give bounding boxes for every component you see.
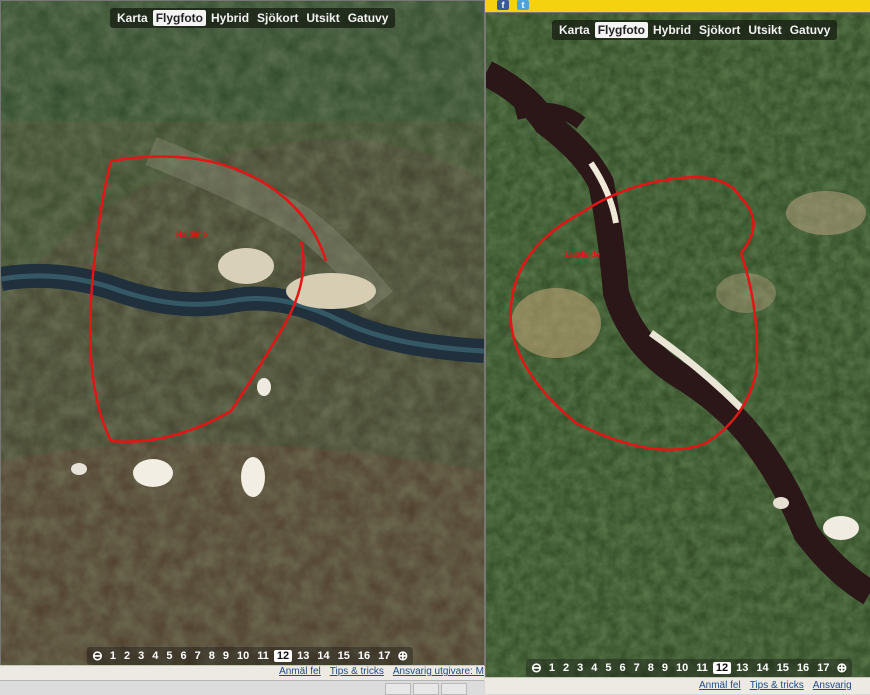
- zoom-out-icon[interactable]: ⊖: [529, 660, 544, 676]
- zoom-level[interactable]: 17: [375, 650, 393, 662]
- zoom-level[interactable]: 10: [673, 662, 691, 674]
- zoom-level[interactable]: 13: [294, 650, 312, 662]
- map-type-selector: Karta Flygfoto Hybrid Sjökort Utsikt Gat…: [552, 20, 838, 40]
- zoom-level[interactable]: 3: [135, 650, 147, 662]
- maptype-gatuvy[interactable]: Gatuvy: [787, 22, 834, 38]
- zoom-level[interactable]: 7: [192, 650, 204, 662]
- zoom-level[interactable]: 5: [163, 650, 175, 662]
- header-yellow-bar: [485, 0, 870, 12]
- report-error-link[interactable]: Anmäl fel: [279, 666, 321, 677]
- left-map-panel[interactable]: Haldimo Karta Flygfoto Hybrid Sjökort Ut…: [0, 0, 485, 666]
- zoom-level[interactable]: 4: [149, 650, 161, 662]
- map-type-selector: Karta Flygfoto Hybrid Sjökort Utsikt Gat…: [110, 8, 396, 28]
- zoom-level[interactable]: 14: [314, 650, 332, 662]
- zoom-level[interactable]: 17: [814, 662, 832, 674]
- status-box: [441, 683, 467, 695]
- maptype-sjokort[interactable]: Sjökort: [254, 10, 301, 26]
- zoom-level[interactable]: 2: [121, 650, 133, 662]
- zoom-level[interactable]: 16: [355, 650, 373, 662]
- zoom-level[interactable]: 2: [560, 662, 572, 674]
- zoom-level[interactable]: 7: [631, 662, 643, 674]
- zoom-level[interactable]: 14: [753, 662, 771, 674]
- zoom-level[interactable]: 6: [178, 650, 190, 662]
- zoom-level[interactable]: 9: [659, 662, 671, 674]
- zoom-level[interactable]: 15: [335, 650, 353, 662]
- maptype-sjokort[interactable]: Sjökort: [696, 22, 743, 38]
- maptype-gatuvy[interactable]: Gatuvy: [345, 10, 392, 26]
- zoom-in-icon[interactable]: ⊕: [395, 648, 410, 664]
- maptype-karta[interactable]: Karta: [556, 22, 593, 38]
- maptype-utsikt[interactable]: Utsikt: [303, 10, 342, 26]
- right-aerial-image[interactable]: [486, 13, 870, 677]
- zoom-level[interactable]: 5: [602, 662, 614, 674]
- right-footer: Anmäl fel Tips & tricks Ansvarig: [485, 677, 870, 694]
- left-footer: Anmäl fel Tips & tricks Ansvarig utgivare:…: [0, 665, 484, 680]
- zoom-level[interactable]: 11: [254, 650, 272, 662]
- publisher-link[interactable]: Ansvarig utgivare: M: [393, 666, 484, 677]
- report-error-link[interactable]: Anmäl fel: [699, 680, 741, 691]
- place-label-left: Haldimo: [176, 230, 208, 239]
- zoom-level[interactable]: 1: [107, 650, 119, 662]
- facebook-icon[interactable]: f: [497, 0, 509, 10]
- status-box: [413, 683, 439, 695]
- tips-link[interactable]: Tips & tricks: [330, 666, 384, 677]
- maptype-karta[interactable]: Karta: [114, 10, 151, 26]
- zoom-level[interactable]: 6: [617, 662, 629, 674]
- zoom-out-icon[interactable]: ⊖: [90, 648, 105, 664]
- zoom-level[interactable]: 10: [234, 650, 252, 662]
- status-strip: [0, 680, 484, 695]
- zoom-bar: ⊖ 1 2 3 4 5 6 7 8 9 10 11 12 13 14 15 16…: [526, 659, 853, 677]
- maptype-hybrid[interactable]: Hybrid: [208, 10, 252, 26]
- left-aerial-image[interactable]: [1, 1, 484, 665]
- twitter-icon[interactable]: t: [517, 0, 529, 10]
- zoom-level[interactable]: 8: [645, 662, 657, 674]
- zoom-in-icon[interactable]: ⊕: [834, 660, 849, 676]
- maptype-hybrid[interactable]: Hybrid: [650, 22, 694, 38]
- zoom-level[interactable]: 8: [206, 650, 218, 662]
- zoom-level[interactable]: 9: [220, 650, 232, 662]
- zoom-level[interactable]: 3: [574, 662, 586, 674]
- zoom-level[interactable]: 15: [774, 662, 792, 674]
- zoom-level[interactable]: 11: [693, 662, 711, 674]
- tips-link[interactable]: Tips & tricks: [750, 680, 804, 691]
- zoom-bar: ⊖ 1 2 3 4 5 6 7 8 9 10 11 12 13 14 15 16…: [87, 647, 414, 665]
- maptype-utsikt[interactable]: Utsikt: [745, 22, 784, 38]
- maptype-flygfoto[interactable]: Flygfoto: [594, 22, 649, 38]
- zoom-level[interactable]: 13: [733, 662, 751, 674]
- zoom-level[interactable]: 1: [546, 662, 558, 674]
- right-map-panel[interactable]: Lidelinde Karta Flygfoto Hybrid Sjökort …: [485, 12, 870, 678]
- status-box: [385, 683, 411, 695]
- publisher-link[interactable]: Ansvarig: [813, 680, 852, 691]
- zoom-level-active[interactable]: 12: [273, 650, 293, 662]
- maptype-flygfoto[interactable]: Flygfoto: [152, 10, 207, 26]
- zoom-level[interactable]: 16: [794, 662, 812, 674]
- zoom-level-active[interactable]: 12: [712, 662, 732, 674]
- zoom-level[interactable]: 4: [588, 662, 600, 674]
- place-label-right: Lidelinde: [565, 250, 601, 259]
